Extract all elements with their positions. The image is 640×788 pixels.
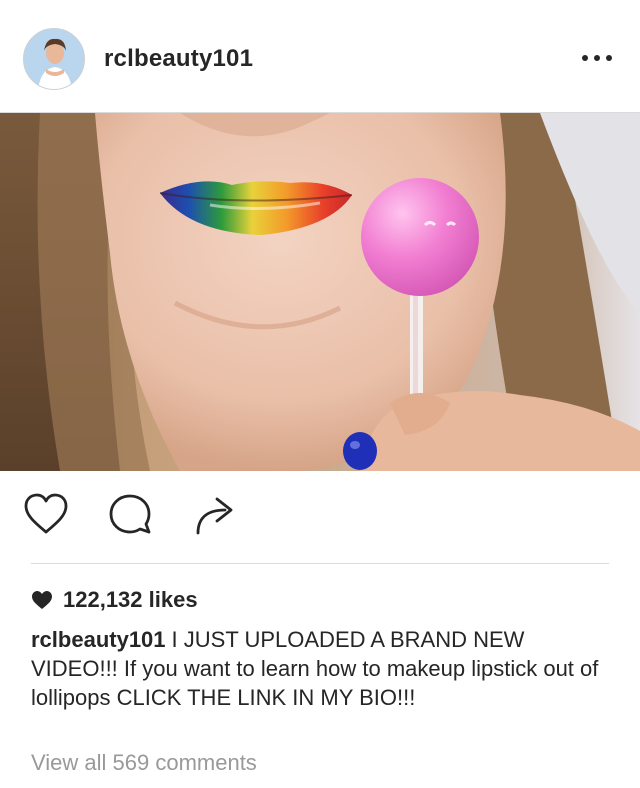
post-photo[interactable] [0,113,640,471]
divider [31,563,609,564]
username[interactable]: rclbeauty101 [104,45,253,73]
more-options-icon[interactable] [580,46,614,70]
post-caption: rclbeauty101 I JUST UPLOADED A BRAND NEW … [31,625,613,712]
user-avatar[interactable] [23,28,85,90]
post-actions [0,471,640,564]
heart-outline-icon[interactable] [20,488,72,540]
comment-bubble-icon[interactable] [104,488,156,540]
heart-filled-icon [32,591,52,609]
likes-count[interactable]: 122,132 likes [31,587,198,613]
view-comments-link[interactable]: View all 569 comments [31,750,257,776]
likes-text: 122,132 likes [63,587,198,612]
caption-username[interactable]: rclbeauty101 [31,627,166,652]
share-arrow-icon[interactable] [189,488,241,540]
post-header: rclbeauty101 [0,0,640,113]
